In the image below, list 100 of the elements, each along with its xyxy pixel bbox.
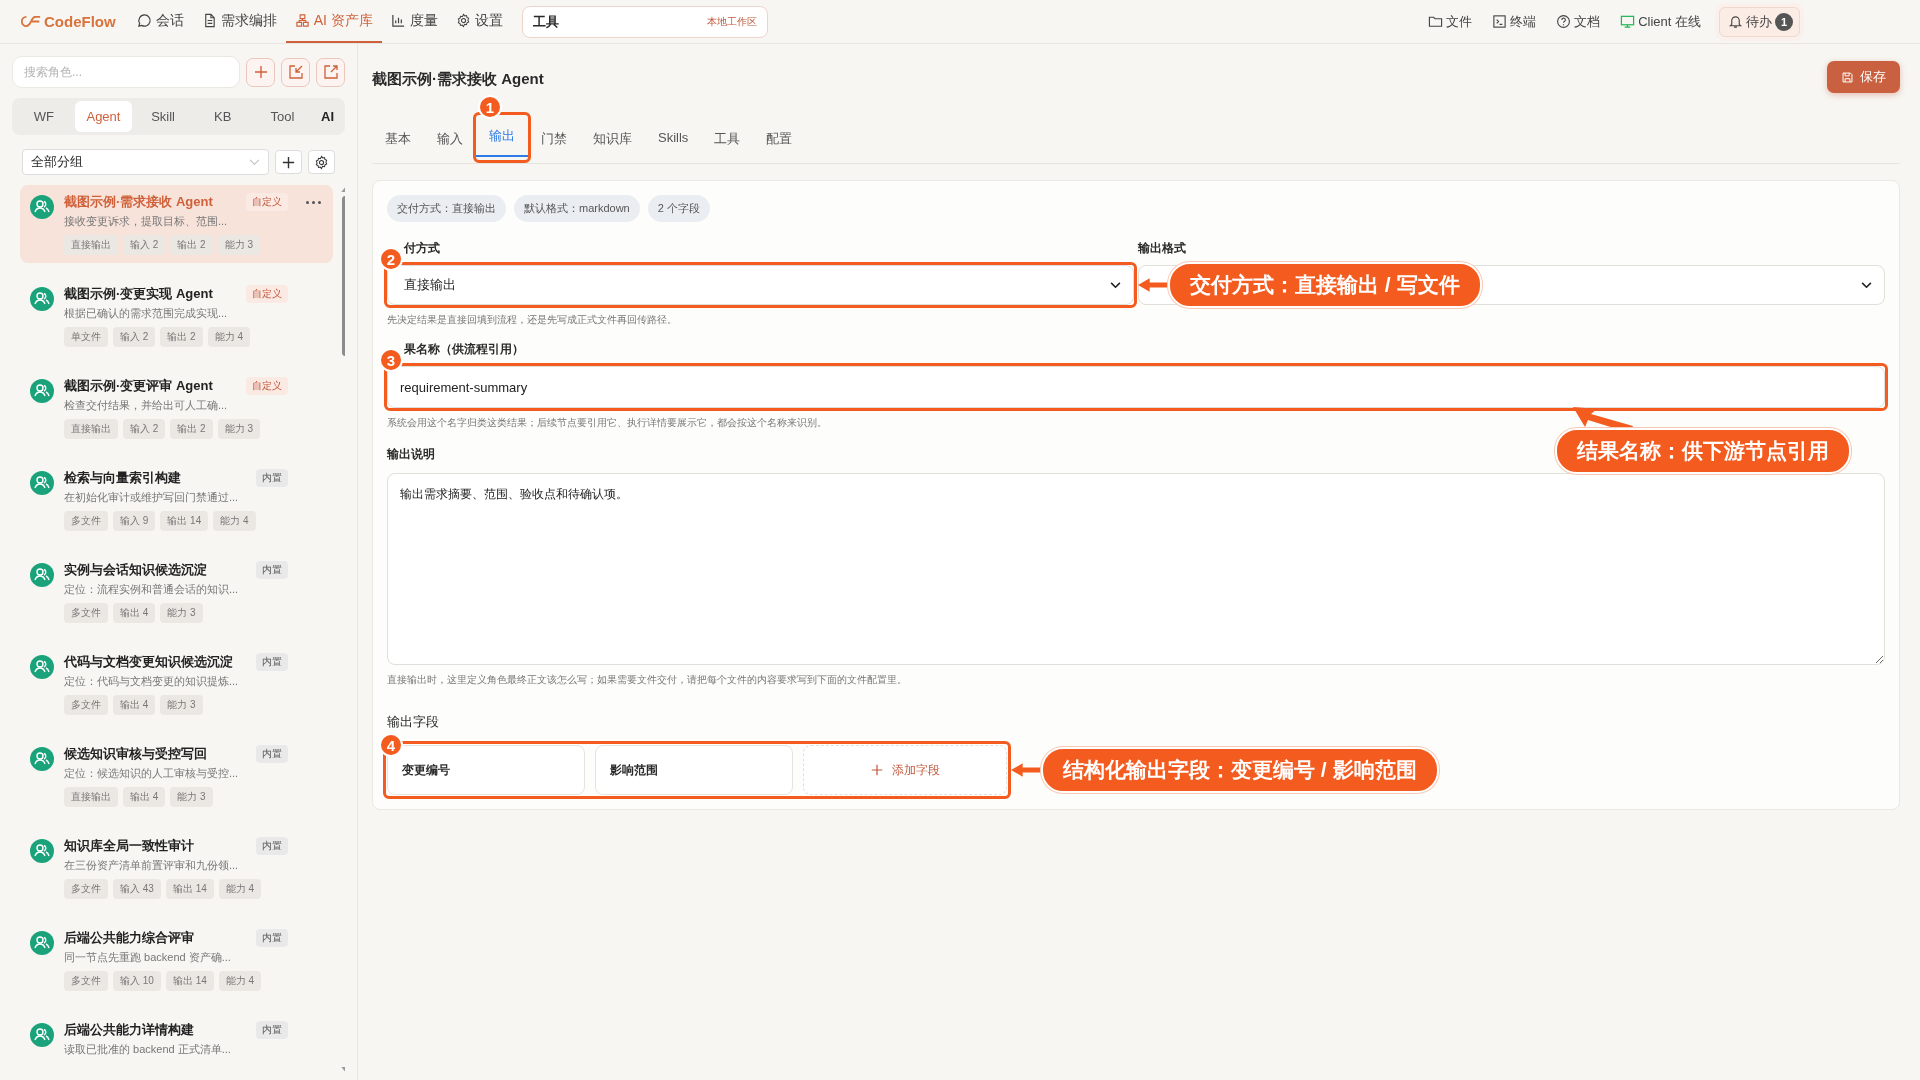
toolbar-link[interactable]: 文件: [1420, 12, 1481, 31]
category-tab[interactable]: Tool: [253, 101, 312, 132]
category-tab[interactable]: Skill: [134, 101, 192, 132]
step-marker: 2: [379, 247, 403, 271]
type-badge: 内置: [256, 469, 288, 487]
callout-tooltip: 结果名称：供下游节点引用: [1555, 428, 1851, 474]
nav-tab[interactable]: AI 资产库: [285, 0, 382, 43]
tag: 输出 4: [123, 787, 166, 807]
export-button[interactable]: [316, 57, 345, 87]
add-group-button[interactable]: [275, 150, 302, 174]
help-text: 系统会用这个名字归类这类结果；后续节点要引用它、执行详情要展示它，都会按这个名称来识别。: [387, 416, 827, 430]
plus-icon: [281, 154, 296, 170]
add-button[interactable]: [246, 57, 275, 87]
tag: 能力 4: [218, 879, 262, 899]
agent-list-item[interactable]: 后端公共能力详情构建 内置 读取已批准的 backend 正式清单...: [20, 1013, 333, 1065]
tag: 直接输出: [64, 787, 118, 807]
step-marker: 3: [379, 348, 403, 372]
tag: 输出 2: [160, 327, 203, 347]
tag: 输出 4: [113, 695, 156, 715]
agent-description: 定位：流程实例和普通会话的知识...: [64, 582, 240, 597]
category-tab[interactable]: Agent: [74, 101, 133, 132]
field-label: 付方式: [402, 240, 440, 257]
chat-icon: [136, 13, 152, 28]
folder-icon: [1428, 14, 1444, 29]
agent-list-item[interactable]: 截图示例·需求接收 Agent 自定义 接收变更诉求，提取目标、范围... 直接输出 输入 2 输出 2 能力 3: [20, 185, 333, 263]
monitor-icon: [1620, 14, 1636, 29]
agent-title: 代码与文档变更知识候选沉淀: [64, 653, 234, 671]
editor-tab[interactable]: 门禁: [528, 122, 580, 160]
editor-tab[interactable]: 配置: [753, 122, 806, 160]
output-field-card[interactable]: 影响范围: [595, 745, 793, 795]
toolbar-link[interactable]: Client 在线: [1612, 12, 1709, 31]
toolbar-link[interactable]: 文档: [1548, 12, 1609, 31]
callout-tooltip: 交付方式：直接输出 / 写文件: [1168, 262, 1482, 308]
agent-list-item[interactable]: 知识库全局一致性审计 内置 在三份资产清单前置评审和九份领... 多文件 输入 43 输出 14 能力 4: [20, 829, 333, 907]
settings-icon: [455, 13, 471, 28]
tag: 直接输出: [64, 235, 118, 255]
agent-list-item[interactable]: 候选知识审核与受控写回 内置 定位：候选知识的人工审核与受控... 直接输出 输出 4 能力 3: [20, 737, 333, 815]
tag: 能力 3: [217, 235, 261, 255]
nav-tab[interactable]: 需求编排: [192, 0, 286, 43]
page-title: 截图示例·需求接收 Agent: [372, 69, 544, 89]
tag: 直接输出: [64, 419, 118, 439]
agent-list-item[interactable]: 实例与会话知识候选沉淀 内置 定位：流程实例和普通会话的知识... 多文件 输出 4 能力 3: [20, 553, 333, 631]
description-field[interactable]: 输出需求摘要、范围、验收点和待确认项。: [387, 473, 1885, 665]
category-tab[interactable]: KB: [193, 101, 252, 132]
settings-button[interactable]: [308, 150, 335, 174]
editor-tab[interactable]: Skills: [645, 122, 702, 157]
agent-description: 读取已批准的 backend 正式清单...: [64, 1042, 232, 1057]
bell-icon: [1728, 14, 1743, 29]
agent-title: 截图示例·变更评审 Agent: [64, 377, 214, 395]
type-badge: 内置: [256, 837, 288, 855]
tag: 输出 4: [113, 603, 156, 623]
search-field[interactable]: 工具 本地工作区: [521, 5, 768, 38]
tag: 多文件: [64, 971, 108, 991]
nav-tab[interactable]: 度量: [381, 0, 447, 43]
add-field-button[interactable]: 添加字段: [803, 745, 1007, 795]
agent-list-item[interactable]: 后端公共能力综合评审 内置 同一节点先重跑 backend 资产确... 多文件 输入 10 输出 14 能力 4: [20, 921, 333, 999]
tag: 多文件: [64, 511, 108, 531]
agent-list-item[interactable]: 代码与文档变更知识候选沉淀 内置 定位：代码与文档变更的知识提炼... 多文件 输出 4 能力 3: [20, 645, 333, 723]
agent-list-item[interactable]: 截图示例·变更实现 Agent 自定义 根据已确认的需求范围完成实现... 单文件 输入 2 输出 2 能力 4: [20, 277, 333, 355]
callout-arrow: [1011, 760, 1041, 780]
agent-description: 接收变更诉求，提取目标、范围...: [64, 214, 229, 229]
agent-title: 后端公共能力详情构建: [64, 1021, 195, 1039]
agent-list-item[interactable]: 截图示例·变更评审 Agent 自定义 检查交付结果，并给出可人工确... 直接输出 输入 2 输出 2 能力 3: [20, 369, 333, 447]
callout-arrow: [1138, 275, 1168, 295]
type-badge: 内置: [256, 745, 288, 763]
import-button[interactable]: [281, 57, 310, 87]
save-button[interactable]: 保存: [1827, 61, 1900, 93]
tag: 输入 10: [113, 971, 161, 991]
agent-title: 后端公共能力综合评审: [64, 929, 195, 947]
editor-tab[interactable]: 工具: [701, 122, 754, 160]
agent-description: 在初始化审计或维护写回门禁通过...: [64, 490, 240, 505]
editor-tab[interactable]: 基本: [372, 122, 424, 160]
group-select[interactable]: 全部分组: [22, 149, 269, 175]
type-badge: 自定义: [246, 285, 288, 303]
chevron-down-icon: [249, 158, 260, 166]
tag: 能力 4: [207, 327, 251, 347]
type-badge: 内置: [256, 929, 288, 947]
nav-tab[interactable]: 会话: [127, 0, 193, 43]
category-tab[interactable]: WF: [15, 101, 73, 132]
plus-icon: [870, 763, 884, 777]
category-tab[interactable]: AI: [313, 101, 342, 132]
editor-tab[interactable]: 知识库: [580, 122, 645, 160]
agent-title: 截图示例·变更实现 Agent: [64, 285, 214, 303]
type-badge: 内置: [256, 653, 288, 671]
delivery-select[interactable]: 直接输出: [387, 265, 1134, 305]
nav-tab[interactable]: 设置: [446, 0, 512, 43]
import-icon: [287, 64, 304, 80]
tag: 输入 9: [113, 511, 156, 531]
search-field[interactable]: 搜索角色...: [12, 56, 240, 88]
toolbar-link[interactable]: 终端: [1484, 12, 1545, 31]
result-name-field[interactable]: requirement-summary: [387, 366, 1885, 408]
agent-description: 根据已确认的需求范围完成实现...: [64, 306, 229, 321]
agent-list-item[interactable]: 检索与向量索引构建 内置 在初始化审计或维护写回门禁通过... 多文件 输入 9 输出 14 能力 4: [20, 461, 333, 539]
tag: 输出 14: [160, 511, 209, 531]
editor-tab[interactable]: 输出: [476, 119, 528, 157]
editor-tab[interactable]: 输入: [424, 122, 476, 160]
type-badge: 自定义: [246, 193, 288, 211]
agent-avatar-icon: [30, 931, 54, 955]
summary-chip: 默认格式：markdown: [514, 195, 640, 222]
tag: 能力 3: [160, 695, 203, 715]
